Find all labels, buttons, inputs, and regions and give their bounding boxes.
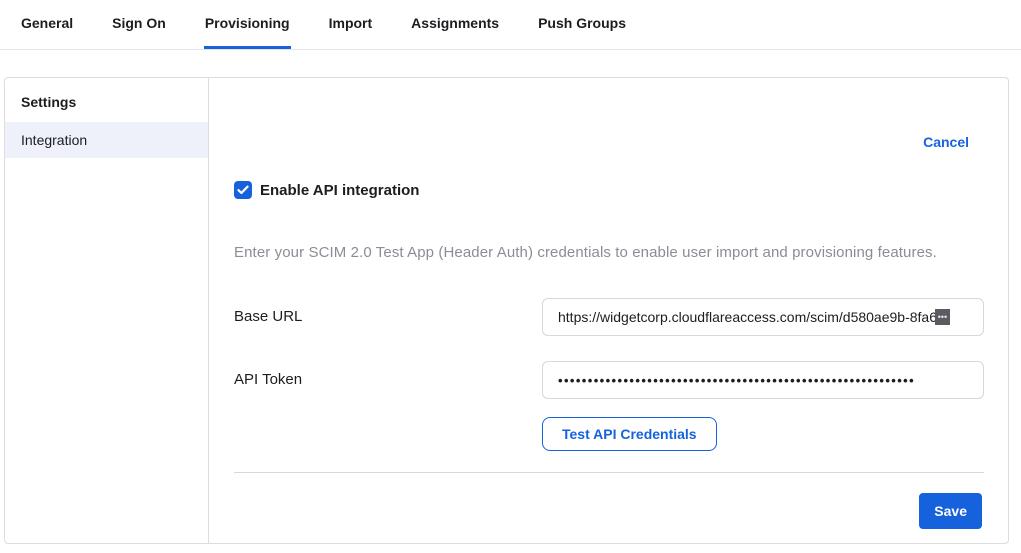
cancel-button[interactable]: Cancel xyxy=(923,134,969,150)
tab-general[interactable]: General xyxy=(20,15,74,49)
enable-api-integration-checkbox[interactable] xyxy=(234,181,252,199)
api-token-label: API Token xyxy=(234,361,542,388)
api-token-masked-value: ••••••••••••••••••••••••••••••••••••••••… xyxy=(558,373,915,388)
base-url-row: Base URL https://widgetcorp.cloudflareac… xyxy=(234,298,984,336)
checkmark-icon xyxy=(237,185,249,195)
tab-push-groups[interactable]: Push Groups xyxy=(537,15,627,49)
api-token-row: API Token ••••••••••••••••••••••••••••••… xyxy=(234,361,984,399)
tab-import[interactable]: Import xyxy=(328,15,374,49)
settings-sidebar: Settings Integration xyxy=(5,78,209,543)
provisioning-panel: Settings Integration Cancel Enable API i… xyxy=(4,77,1009,544)
base-url-label: Base URL xyxy=(234,298,542,325)
base-url-input[interactable]: https://widgetcorp.cloudflareaccess.com/… xyxy=(542,298,984,336)
app-tab-bar: General Sign On Provisioning Import Assi… xyxy=(0,0,1021,50)
text-overflow-cursor-icon: ••• xyxy=(935,309,950,325)
base-url-value: https://widgetcorp.cloudflareaccess.com/… xyxy=(558,309,937,325)
footer-divider xyxy=(234,472,984,473)
credentials-description: Enter your SCIM 2.0 Test App (Header Aut… xyxy=(234,244,984,261)
enable-api-integration-row: Enable API integration xyxy=(234,181,984,199)
tab-provisioning[interactable]: Provisioning xyxy=(204,15,291,49)
api-token-input[interactable]: ••••••••••••••••••••••••••••••••••••••••… xyxy=(542,361,984,399)
sidebar-header-settings: Settings xyxy=(5,84,208,122)
tab-assignments[interactable]: Assignments xyxy=(410,15,500,49)
enable-api-integration-label: Enable API integration xyxy=(260,182,419,199)
tab-sign-on[interactable]: Sign On xyxy=(111,15,167,49)
integration-settings-main: Cancel Enable API integration Enter your… xyxy=(209,78,1010,543)
sidebar-item-integration[interactable]: Integration xyxy=(5,122,208,158)
test-api-credentials-button[interactable]: Test API Credentials xyxy=(542,417,717,451)
save-button[interactable]: Save xyxy=(919,493,982,529)
